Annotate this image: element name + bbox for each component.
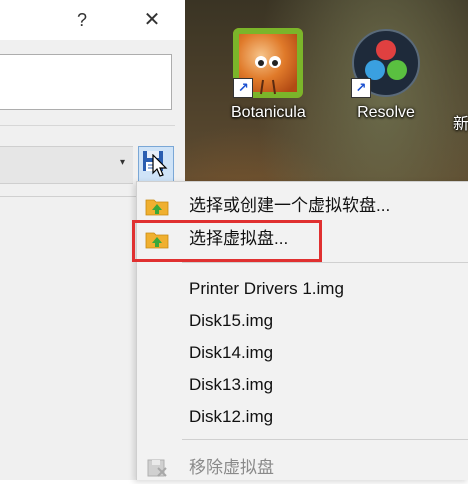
desktop-icon-botanicula[interactable]: ↗ Botanicula xyxy=(231,28,306,122)
menu-item-label: Disk12.img xyxy=(189,407,274,426)
desktop-icon-resolve[interactable]: ↗ Resolve xyxy=(351,28,421,122)
menu-item-label: Disk13.img xyxy=(189,375,274,394)
menu-item-label: Disk14.img xyxy=(189,343,274,362)
text-field[interactable] xyxy=(0,54,172,110)
menu-item-label: Printer Drivers 1.img xyxy=(189,279,344,298)
menu-item-recent-disk[interactable]: Printer Drivers 1.img xyxy=(137,273,468,305)
title-bar: ? ✕ xyxy=(0,0,185,40)
menu-item-create-floppy[interactable]: 选择或创建一个虚拟软盘... xyxy=(137,190,468,222)
menu-item-label: 选择虚拟盘... xyxy=(189,229,289,248)
shortcut-arrow-icon: ↗ xyxy=(233,78,254,98)
desktop-icon-partial[interactable]: 新 xyxy=(453,104,468,134)
menu-separator xyxy=(182,262,468,263)
floppy-combo-box[interactable]: ▾ xyxy=(0,146,133,184)
menu-item-label: 移除虚拟盘 xyxy=(189,458,274,477)
botanicula-icon: ↗ xyxy=(233,28,304,98)
desktop-icon-label: Resolve xyxy=(357,104,415,121)
help-button[interactable]: ? xyxy=(68,6,96,34)
menu-item-recent-disk[interactable]: Disk15.img xyxy=(137,305,468,337)
desktop-icon-label: 新 xyxy=(453,116,468,133)
menu-item-choose-disk[interactable]: 选择虚拟盘... xyxy=(137,223,468,255)
menu-item-recent-disk[interactable]: Disk12.img xyxy=(137,401,468,433)
divider xyxy=(0,125,175,126)
floppy-remove-icon xyxy=(147,459,167,477)
davinci-resolve-icon: ↗ xyxy=(351,28,421,98)
menu-item-recent-disk[interactable]: Disk13.img xyxy=(137,369,468,401)
mouse-cursor-icon xyxy=(152,154,168,177)
menu-item-remove-disk: 移除虚拟盘 xyxy=(137,452,468,484)
floppy-context-menu: 选择或创建一个虚拟软盘... 选择虚拟盘... Printer Drivers … xyxy=(136,181,468,480)
desktop-icon-label: Botanicula xyxy=(231,104,306,121)
folder-icon xyxy=(145,199,169,216)
menu-item-recent-disk[interactable]: Disk14.img xyxy=(137,337,468,369)
menu-item-label: Disk15.img xyxy=(189,311,274,330)
menu-item-label: 选择或创建一个虚拟软盘... xyxy=(189,196,391,215)
lower-panel xyxy=(0,196,140,480)
close-button[interactable]: ✕ xyxy=(138,6,166,34)
shortcut-arrow-icon: ↗ xyxy=(351,78,371,98)
folder-icon xyxy=(145,232,169,249)
menu-separator xyxy=(182,439,468,440)
chevron-down-icon: ▾ xyxy=(119,157,125,168)
